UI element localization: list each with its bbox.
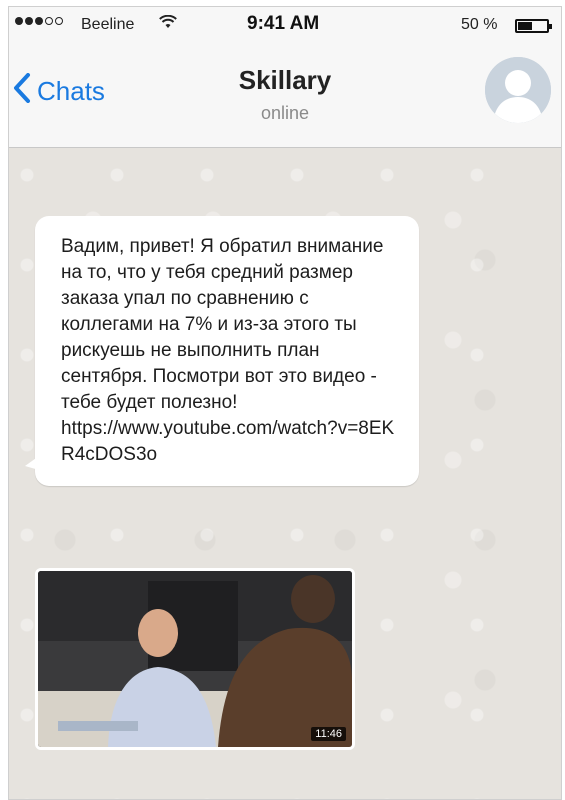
battery-icon xyxy=(515,19,552,33)
user-placeholder-icon xyxy=(485,57,551,123)
signal-strength-icon xyxy=(15,17,63,25)
video-thumbnail[interactable]: 11:46 xyxy=(35,568,355,750)
carrier-label: Beeline xyxy=(81,16,135,33)
message-text: Вадим, привет! Я обратил внимание на то,… xyxy=(61,236,384,413)
chat-header: Chats Skillary online xyxy=(9,47,561,148)
chat-title[interactable]: Skillary xyxy=(9,65,561,96)
incoming-message-bubble[interactable]: Вадим, привет! Я обратил внимание на то,… xyxy=(25,216,419,486)
battery-percent: 50 % xyxy=(461,16,498,33)
message-link[interactable]: https://www.youtube.com/watch?v=8EKR4cDO… xyxy=(61,416,399,468)
video-preview-image xyxy=(38,571,352,747)
status-bar: Beeline 9:41 AM 50 % xyxy=(9,7,561,47)
chat-area[interactable]: Вадим, привет! Я обратил внимание на то,… xyxy=(9,148,561,799)
wifi-icon xyxy=(159,14,177,33)
video-duration: 11:46 xyxy=(311,727,346,741)
chat-status: online xyxy=(260,103,310,123)
avatar[interactable] xyxy=(485,57,551,123)
clock: 9:41 AM xyxy=(247,13,320,34)
phone-screen: Beeline 9:41 AM 50 % Chats Skillary onli… xyxy=(8,6,562,800)
